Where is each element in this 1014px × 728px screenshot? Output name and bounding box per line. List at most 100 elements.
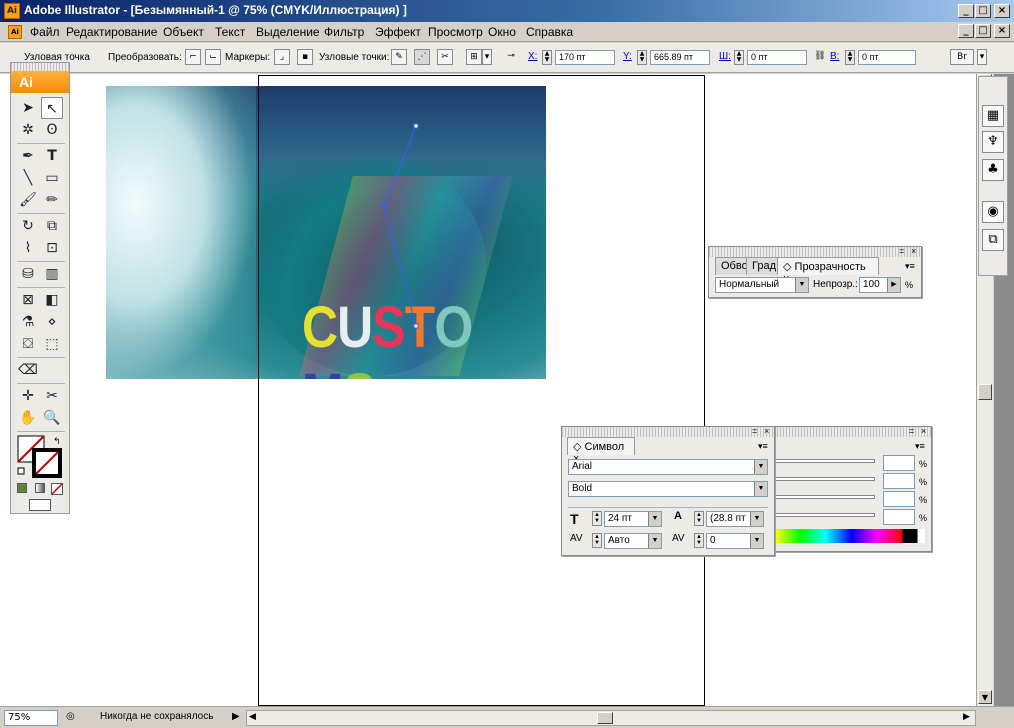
eraser-icon[interactable]: ⌫ [17, 359, 39, 381]
panel-close-icon[interactable]: × [911, 247, 916, 256]
yellow-field[interactable] [883, 491, 915, 507]
width-field[interactable]: 0 пт [747, 50, 807, 65]
panel-menu-icon[interactable]: ▾≡ [758, 441, 768, 452]
menu-select[interactable]: Выделение [256, 25, 320, 39]
connect-endpoints-icon[interactable]: ⋰ [414, 49, 430, 65]
doc-minimize-button[interactable]: _ [958, 24, 974, 38]
none-mode-icon[interactable] [51, 483, 63, 495]
rotate-tool-icon[interactable]: ↻ [17, 215, 39, 237]
panel-menu-icon[interactable]: ▾≡ [915, 441, 925, 452]
panel-minimize-icon[interactable]: = [909, 427, 914, 436]
mesh-tool-icon[interactable]: ⊠ [17, 289, 39, 311]
font-family-select[interactable]: Arial ▼ [568, 459, 768, 475]
menu-effect[interactable]: Эффект [375, 25, 421, 39]
appearance-icon[interactable]: ◉ [982, 201, 1004, 223]
scale-tool-icon[interactable]: ⧉ [41, 215, 63, 237]
leading-field[interactable]: (28.8 пт ▼ [706, 511, 764, 527]
bridge-icon[interactable]: Br [950, 49, 974, 65]
brushes-icon[interactable]: ♆ [982, 131, 1004, 153]
line-tool-icon[interactable]: ╲ [17, 167, 39, 189]
kerning-stepper-icon[interactable]: ▲ ▼ [592, 533, 602, 548]
zoom-tool-icon[interactable]: 🔍 [41, 407, 63, 429]
magenta-field[interactable] [883, 473, 915, 489]
panel-close-icon[interactable]: × [764, 427, 769, 436]
transparency-panel-grip[interactable] [709, 247, 921, 257]
type-tool-icon[interactable]: T [41, 145, 63, 167]
black-field[interactable] [883, 509, 915, 525]
swatches-icon[interactable]: ▦ [982, 105, 1004, 127]
menu-view[interactable]: Просмотр [428, 25, 483, 39]
panel-minimize-icon[interactable]: = [899, 247, 904, 256]
panel-minimize-icon[interactable]: = [752, 427, 757, 436]
tab-character[interactable]: ◇ Символ × [567, 437, 635, 465]
direct-selection-tool-icon[interactable]: ↖ [41, 97, 63, 119]
font-size-stepper-icon[interactable]: ▲ ▼ [592, 511, 602, 526]
black-slider[interactable] [775, 513, 875, 517]
vertical-scroll-thumb[interactable] [978, 384, 992, 400]
character-panel-grip[interactable] [562, 427, 774, 437]
horizontal-scrollbar[interactable]: ◀ ▶ [246, 710, 976, 726]
rectangle-tool-icon[interactable]: ▭ [41, 167, 63, 189]
kerning-field[interactable]: Авто ▼ [604, 533, 662, 549]
selection-tool-icon[interactable]: ➤ [17, 97, 39, 119]
cyan-field[interactable] [883, 455, 915, 471]
menu-object[interactable]: Объект [163, 25, 204, 39]
gradient-tool-icon[interactable]: ◧ [41, 289, 63, 311]
graph-tool-icon[interactable]: ▥ [41, 263, 63, 285]
zoom-select[interactable]: 75% [4, 710, 58, 726]
x-field[interactable]: 170 пт [555, 50, 615, 65]
fill-stroke-icon[interactable]: ↰ [17, 435, 63, 479]
menu-edit[interactable]: Редактирование [66, 25, 157, 39]
paintbrush-icon[interactable]: 🖌 [17, 189, 39, 211]
reference-point-icon[interactable]: ⊸ [503, 49, 519, 65]
tab-transparency[interactable]: ◇ Прозрачность × [777, 257, 879, 285]
minimize-button[interactable]: _ [958, 4, 974, 18]
convert-smooth-icon[interactable]: ⌙ [205, 49, 221, 65]
menu-filter[interactable]: Фильтр [324, 25, 364, 39]
tools-panel-grip[interactable] [11, 63, 69, 71]
scroll-down-icon[interactable]: ▼ [978, 690, 992, 704]
doc-restore-button[interactable]: □ [975, 24, 991, 38]
menu-file[interactable]: Файл [30, 25, 60, 39]
color-mode-icon[interactable] [17, 483, 27, 493]
layers-icon[interactable]: ⧉ [982, 229, 1004, 251]
font-size-field[interactable]: 24 пт ▼ [604, 511, 662, 527]
show-handles-icon[interactable]: ⌟ [274, 49, 290, 65]
leading-stepper-icon[interactable]: ▲ ▼ [694, 511, 704, 526]
symbol-sprayer-icon[interactable]: ⛁ [17, 263, 39, 285]
align-icon[interactable]: ⊞ [466, 49, 482, 65]
y-stepper-icon[interactable]: ▲ ▼ [637, 50, 647, 65]
tracking-field[interactable]: 0 ▼ [706, 533, 764, 549]
pen-tool-icon[interactable]: ✒ [17, 145, 39, 167]
magenta-slider[interactable] [775, 477, 875, 481]
doc-close-button[interactable]: × [994, 24, 1010, 38]
eyedropper-icon[interactable]: ⚗ [17, 311, 39, 333]
color-spectrum[interactable] [775, 529, 925, 543]
panel-menu-icon[interactable]: ▾≡ [905, 261, 915, 272]
close-button[interactable]: × [994, 4, 1010, 18]
tracking-stepper-icon[interactable]: ▲ ▼ [694, 533, 704, 548]
status-menu-icon[interactable]: ◎ [66, 711, 75, 722]
horizontal-scroll-thumb[interactable] [597, 712, 613, 724]
pencil-icon[interactable]: ✏ [41, 189, 63, 211]
free-transform-icon[interactable]: ⊡ [41, 237, 63, 259]
live-paint-selection-icon[interactable]: ⬚ [41, 333, 63, 355]
magic-wand-icon[interactable]: ✲ [17, 119, 39, 141]
font-style-select[interactable]: Bold ▼ [568, 481, 768, 497]
menu-window[interactable]: Окно [488, 25, 516, 39]
convert-corner-icon[interactable]: ⌐ [185, 49, 201, 65]
canvas[interactable]: CUSTOMS [0, 74, 976, 706]
status-arrow-icon[interactable]: ▶ [232, 711, 240, 722]
bridge-dropdown-icon[interactable]: ▾ [977, 49, 987, 65]
scissors-icon[interactable]: ✂ [41, 385, 63, 407]
hide-handles-icon[interactable]: ▪ [297, 49, 313, 65]
blend-tool-icon[interactable]: ⋄ [41, 311, 63, 333]
opacity-field[interactable]: 100 ▶ [859, 277, 901, 293]
cut-path-icon[interactable]: ✂ [437, 49, 453, 65]
menu-help[interactable]: Справка [526, 25, 573, 39]
slice-tool-icon[interactable]: ✛ [17, 385, 39, 407]
hand-tool-icon[interactable]: ✋ [17, 407, 39, 429]
y-field[interactable]: 665.89 пт [650, 50, 710, 65]
symbols-icon[interactable]: ♣ [982, 159, 1004, 181]
height-stepper-icon[interactable]: ▲ ▼ [845, 50, 855, 65]
